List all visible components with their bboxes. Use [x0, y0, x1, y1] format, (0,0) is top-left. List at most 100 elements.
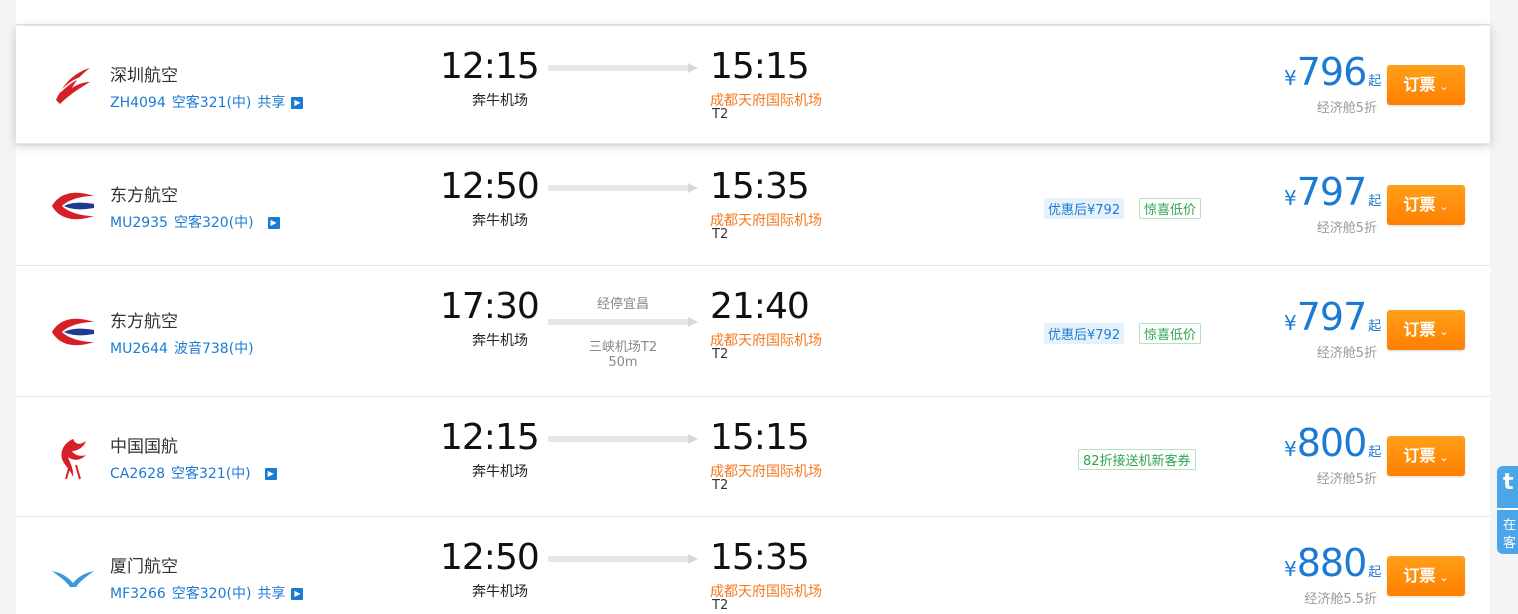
- book-label: 订票: [1403, 566, 1436, 585]
- chevron-down-icon: ⌄: [1439, 80, 1449, 93]
- cabin-class: 经济舱5折: [1316, 221, 1377, 236]
- flight-row[interactable]: 中国国航 CA2628 空客321(中) ▶ 12:15 奔牛机场 15:15 成都…: [16, 397, 1490, 517]
- price-value: 796: [1296, 50, 1368, 94]
- play-icon[interactable]: ▶: [291, 97, 304, 109]
- arrival-terminal: T2: [712, 598, 729, 613]
- promo-tag[interactable]: 82折接送机新客券: [1078, 449, 1196, 470]
- currency-symbol: ¥: [1284, 66, 1297, 90]
- departure-airport: 奔牛机场: [472, 213, 528, 229]
- currency-symbol: ¥: [1284, 437, 1297, 461]
- route-arrow: [548, 63, 698, 73]
- airline-name: 东方航空: [110, 186, 178, 206]
- price-suffix: 起: [1368, 565, 1382, 580]
- flight-number[interactable]: MU2935: [110, 215, 168, 231]
- arrival-time: 15:35: [710, 166, 810, 207]
- flight-row[interactable]: 东方航空 MU2935 空客320(中) ▶ 12:50 奔牛机场 15:35 成都…: [16, 146, 1490, 266]
- price-suffix: 起: [1368, 445, 1382, 460]
- arrival-time: 15:35: [710, 537, 810, 578]
- book-label: 订票: [1403, 446, 1436, 465]
- cabin-class: 经济舱5折: [1316, 101, 1377, 116]
- xiamen-airlines-logo: [52, 571, 94, 587]
- departure-time: 17:30: [440, 286, 540, 327]
- price: ¥880 起: [1284, 541, 1381, 585]
- route-arrow: [548, 183, 698, 193]
- flight-row[interactable]: 厦门航空 MF3266 空客320(中) 共享 ▶ 12:50 奔牛机场 15:35 …: [16, 517, 1490, 614]
- book-button[interactable]: 订票 ⌄: [1387, 185, 1465, 225]
- departure-airport: 奔牛机场: [472, 333, 528, 349]
- discount-tag[interactable]: 优惠后¥792: [1044, 323, 1125, 344]
- price-value: 880: [1296, 541, 1368, 585]
- price-value: 800: [1296, 421, 1368, 465]
- codeshare-label[interactable]: 共享: [257, 95, 285, 111]
- book-button[interactable]: 订票 ⌄: [1387, 310, 1465, 350]
- book-label: 订票: [1403, 320, 1436, 339]
- widget-logo-icon[interactable]: t: [1497, 470, 1518, 495]
- flight-number[interactable]: CA2628: [110, 466, 165, 482]
- stopover-airport: 三峡机场T2: [588, 340, 658, 355]
- chevron-down-icon: ⌄: [1439, 325, 1449, 338]
- promo-tag[interactable]: 惊喜低价: [1139, 198, 1202, 219]
- promo-tag[interactable]: 惊喜低价: [1139, 323, 1202, 344]
- arrival-terminal: T2: [712, 347, 729, 362]
- departure-time: 12:50: [440, 166, 540, 207]
- widget-label-top[interactable]: 在: [1497, 514, 1518, 533]
- book-button[interactable]: 订票 ⌄: [1387, 65, 1465, 105]
- discount-tag[interactable]: 优惠后¥792: [1044, 198, 1125, 219]
- chevron-down-icon: ⌄: [1439, 200, 1449, 213]
- chevron-down-icon: ⌄: [1439, 451, 1449, 464]
- aircraft-type[interactable]: 空客320(中): [172, 586, 252, 602]
- play-icon[interactable]: ▶: [264, 468, 277, 480]
- book-button[interactable]: 订票 ⌄: [1387, 436, 1465, 476]
- flight-number[interactable]: MF3266: [110, 586, 166, 602]
- route-arrow: [548, 554, 698, 564]
- chevron-down-icon: ⌄: [1439, 571, 1449, 584]
- flight-number[interactable]: MU2644: [110, 341, 168, 357]
- stopover-duration: 50m: [608, 355, 638, 370]
- airline-name: 中国国航: [110, 437, 178, 457]
- currency-symbol: ¥: [1284, 311, 1297, 335]
- aircraft-type[interactable]: 空客320(中): [174, 215, 254, 231]
- stopover-city[interactable]: 经停宜昌: [548, 293, 698, 312]
- departure-time: 12:50: [440, 537, 540, 578]
- play-icon[interactable]: ▶: [267, 217, 280, 229]
- china-eastern-logo: [52, 318, 94, 346]
- play-icon[interactable]: ▶: [291, 588, 304, 600]
- flight-info[interactable]: ZH4094 空客321(中) 共享 ▶: [110, 92, 309, 112]
- flight-info[interactable]: MU2644 波音738(中): [110, 338, 260, 358]
- price-suffix: 起: [1368, 74, 1382, 89]
- route-arrow: [548, 434, 698, 444]
- codeshare-label[interactable]: 共享: [257, 586, 285, 602]
- china-eastern-logo: [52, 192, 94, 220]
- currency-symbol: ¥: [1284, 186, 1297, 210]
- arrival-terminal: T2: [712, 227, 729, 242]
- book-button[interactable]: 订票 ⌄: [1387, 556, 1465, 596]
- departure-time: 12:15: [440, 417, 540, 458]
- price-suffix: 起: [1368, 319, 1382, 334]
- widget-label-bottom[interactable]: 客: [1497, 532, 1518, 551]
- cabin-class: 经济舱5折: [1316, 472, 1377, 487]
- flight-list-page: 深圳航空 ZH4094 空客321(中) 共享 ▶ 12:15 奔牛机场 15:15 …: [0, 0, 1518, 614]
- price-value: 797: [1296, 295, 1368, 339]
- shenzhen-airlines-logo: [56, 68, 90, 104]
- book-label: 订票: [1403, 75, 1436, 94]
- widget-divider: [1497, 508, 1518, 510]
- price: ¥796 起: [1284, 50, 1381, 94]
- side-service-widget[interactable]: t 在 客: [1497, 466, 1518, 554]
- price-value: 797: [1296, 170, 1368, 214]
- aircraft-type[interactable]: 波音738(中): [174, 341, 254, 357]
- currency-symbol: ¥: [1284, 557, 1297, 581]
- flight-info[interactable]: CA2628 空客321(中) ▶: [110, 463, 283, 483]
- airline-name: 深圳航空: [110, 66, 178, 86]
- price: ¥800 起: [1284, 421, 1381, 465]
- cabin-class: 经济舱5.5折: [1304, 592, 1377, 607]
- flight-row[interactable]: 深圳航空 ZH4094 空客321(中) 共享 ▶ 12:15 奔牛机场 15:15 …: [16, 26, 1490, 144]
- aircraft-type[interactable]: 空客321(中): [172, 95, 252, 111]
- price: ¥797 起: [1284, 170, 1381, 214]
- flight-info[interactable]: MU2935 空客320(中) ▶: [110, 212, 286, 232]
- departure-airport: 奔牛机场: [472, 464, 528, 480]
- flight-number[interactable]: ZH4094: [110, 95, 166, 111]
- departure-time: 12:15: [440, 46, 540, 87]
- aircraft-type[interactable]: 空客321(中): [171, 466, 251, 482]
- flight-row[interactable]: 东方航空 MU2644 波音738(中) 17:30 奔牛机场 经停宜昌 三峡机场…: [16, 266, 1490, 397]
- flight-info[interactable]: MF3266 空客320(中) 共享 ▶: [110, 583, 309, 603]
